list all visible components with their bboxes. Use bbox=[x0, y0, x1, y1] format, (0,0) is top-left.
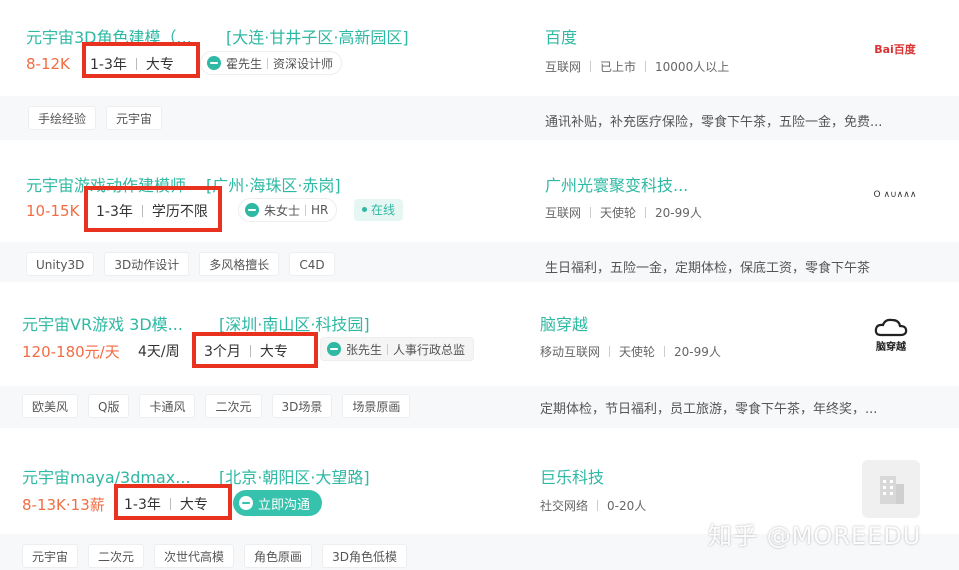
building-placeholder-icon bbox=[880, 476, 904, 504]
chat-icon bbox=[207, 56, 221, 70]
recruiter-badge[interactable]: 张先生 人事行政总监 bbox=[320, 337, 475, 361]
welfare-list: 定期体检，节日福利，员工旅游，零食下午茶，年终奖，... bbox=[540, 402, 878, 417]
skill-tag: Q版 bbox=[88, 394, 130, 418]
cloud-logo-icon bbox=[874, 318, 908, 336]
job-location: [北京·朝阳区·大望路] bbox=[219, 468, 370, 487]
skill-tag: 3D动作设计 bbox=[104, 252, 190, 276]
company-size: 10000人以上 bbox=[655, 60, 730, 74]
company-stage: 天使轮 bbox=[619, 345, 656, 359]
recruiter-name: 霍先生 bbox=[226, 56, 263, 71]
company-info: 社交网络 0-20人 bbox=[540, 497, 646, 514]
job-salary: 8-12K bbox=[26, 55, 70, 73]
company-size: 0-20人 bbox=[607, 499, 647, 513]
highlight-box bbox=[84, 186, 222, 232]
job-location: [广州·海珠区·赤岗] bbox=[206, 176, 341, 195]
chat-icon bbox=[245, 203, 259, 217]
skill-tag: 元宇宙 bbox=[22, 544, 79, 568]
company-info: 移动互联网 天使轮 20-99人 bbox=[540, 343, 721, 360]
skill-tag: 二次元 bbox=[88, 544, 145, 568]
skill-tag: 元宇宙 bbox=[106, 106, 163, 130]
job-salary: 8-13K·13薪 bbox=[22, 496, 105, 514]
highlight-box bbox=[192, 332, 318, 368]
company-industry: 社交网络 bbox=[540, 499, 589, 513]
company-logo-icon: O ∧∪∧∧∧ bbox=[873, 190, 917, 200]
job-location: [大连·甘井子区·高新园区] bbox=[226, 28, 409, 47]
company-industry: 互联网 bbox=[545, 60, 582, 74]
chat-icon bbox=[239, 496, 253, 510]
job-card[interactable]: 元宇宙VR游戏 3D模... [深圳·南山区·科技园] 120-180元/天 4… bbox=[0, 282, 959, 432]
recruiter-title: HR bbox=[311, 203, 329, 217]
welfare-list: 通讯补贴，补充医疗保险，零食下午茶，五险一金，免费... bbox=[545, 115, 883, 130]
recruiter-name: 张先生 bbox=[346, 342, 383, 357]
recruiter-badge[interactable]: 朱女士 HR bbox=[238, 198, 338, 222]
online-status-badge: 在线 bbox=[354, 199, 404, 221]
company-info: 互联网 天使轮 20-99人 bbox=[545, 204, 702, 221]
recruiter-title: 人事行政总监 bbox=[393, 342, 466, 357]
watermark: 知乎 @MOREEDU bbox=[708, 522, 922, 550]
skill-tag: 手绘经验 bbox=[28, 106, 97, 130]
skill-tag: Unity3D bbox=[26, 252, 95, 276]
welfare-list: 生日福利，五险一金，定期体检，保底工资，零食下午茶 bbox=[545, 261, 871, 276]
company-name[interactable]: 巨乐科技 bbox=[540, 464, 604, 488]
skill-tags: Unity3D 3D动作设计 多风格擅长 C4D bbox=[26, 252, 335, 276]
skill-tags: 手绘经验 元宇宙 bbox=[28, 106, 163, 130]
highlight-box bbox=[82, 42, 200, 78]
skill-tags: 元宇宙 二次元 次世代高模 角色原画 3D角色低模 bbox=[22, 544, 407, 568]
baidu-logo-icon: Bai百度 bbox=[874, 43, 916, 56]
skill-tag: 角色原画 bbox=[244, 544, 313, 568]
company-logo-text: 脑穿越 bbox=[876, 341, 906, 353]
company-name[interactable]: 脑穿越 bbox=[540, 311, 588, 335]
company-logo[interactable]: O ∧∪∧∧∧ bbox=[866, 166, 924, 224]
company-logo[interactable]: 脑穿越 bbox=[862, 306, 920, 364]
skill-tag: 3D场景 bbox=[271, 394, 333, 418]
chat-icon bbox=[327, 342, 341, 356]
company-industry: 互联网 bbox=[545, 206, 582, 220]
recruiter-name: 朱女士 bbox=[264, 203, 301, 218]
highlight-box bbox=[114, 484, 232, 520]
job-salary: 120-180元/天 bbox=[22, 343, 120, 361]
job-card[interactable]: 元宇宙游戏动作建模师 [广州·海珠区·赤岗] 10-15K 1-3年 学历不限 朱… bbox=[0, 140, 959, 282]
skill-tag: 欧美风 bbox=[22, 394, 79, 418]
company-logo[interactable]: Bai百度 bbox=[866, 20, 924, 78]
chat-now-button[interactable]: 立即沟通 bbox=[233, 490, 323, 516]
skill-tag: 次世代高模 bbox=[154, 544, 235, 568]
company-industry: 移动互联网 bbox=[540, 345, 601, 359]
skill-tag: 多风格擅长 bbox=[199, 252, 280, 276]
job-work-days: 4天/周 bbox=[138, 344, 180, 360]
skill-tags: 欧美风 Q版 卡通风 二次元 3D场景 场景原画 bbox=[22, 394, 411, 418]
job-card[interactable]: 元宇宙3D角色建模（... [大连·甘井子区·高新园区] 8-12K 1-3年大… bbox=[0, 0, 959, 140]
company-logo[interactable] bbox=[862, 460, 920, 518]
company-info: 互联网 已上市 10000人以上 bbox=[545, 58, 729, 75]
skill-tag: 卡通风 bbox=[139, 394, 196, 418]
recruiter-badge[interactable]: 霍先生 资深设计师 bbox=[200, 51, 343, 75]
skill-tag: C4D bbox=[289, 252, 335, 276]
recruiter-title: 资深设计师 bbox=[273, 56, 334, 71]
online-dot-icon bbox=[362, 207, 367, 212]
skill-tag: 二次元 bbox=[205, 394, 262, 418]
skill-tag: 3D角色低模 bbox=[322, 544, 407, 568]
company-size: 20-99人 bbox=[674, 345, 721, 359]
chat-now-label: 立即沟通 bbox=[258, 497, 311, 513]
job-title[interactable]: 元宇宙VR游戏 3D模... bbox=[22, 311, 183, 335]
company-stage: 天使轮 bbox=[600, 206, 637, 220]
company-size: 20-99人 bbox=[655, 206, 702, 220]
company-name[interactable]: 百度 bbox=[545, 24, 577, 48]
skill-tag: 场景原画 bbox=[342, 394, 411, 418]
company-name[interactable]: 广州光寰聚变科技... bbox=[545, 172, 688, 196]
job-salary: 10-15K bbox=[26, 202, 80, 220]
company-stage: 已上市 bbox=[600, 60, 637, 74]
